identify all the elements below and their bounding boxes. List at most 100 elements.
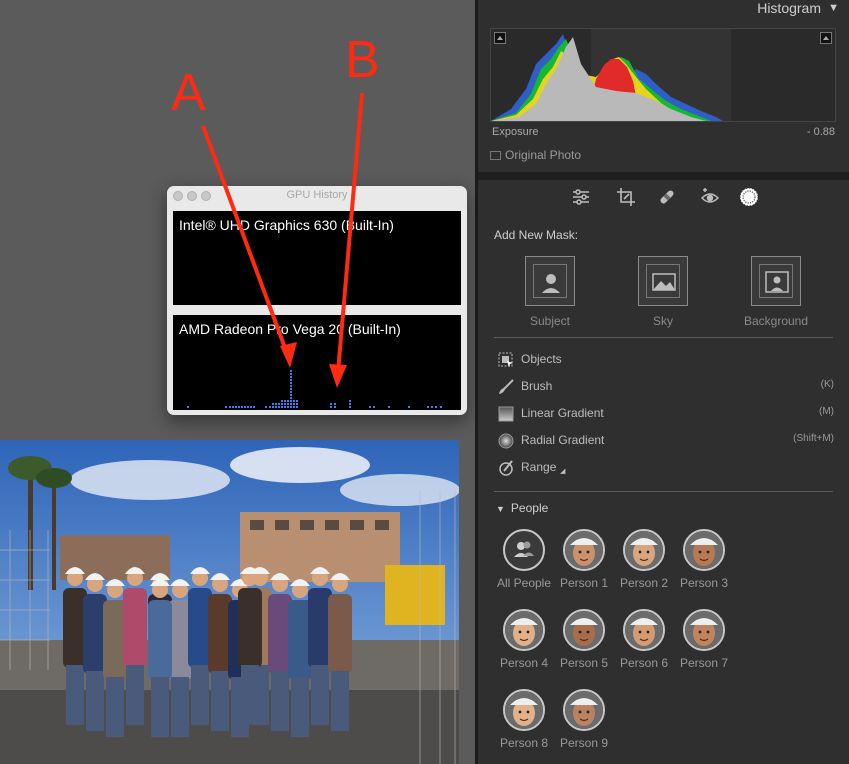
gpu-usage-cell [290, 400, 292, 402]
radial-gradient-icon [498, 433, 514, 449]
gpu-usage-cell [296, 406, 298, 408]
gpu-usage-cell [250, 406, 252, 408]
gpu-usage-cell [290, 406, 292, 408]
gpu-window-title: GPU History [286, 189, 348, 201]
gpu-usage-cell [334, 406, 336, 408]
gpu-usage-cell [238, 406, 240, 408]
sky-icon [646, 264, 680, 298]
gpu-usage-cell [293, 403, 295, 405]
face-thumbnail [683, 529, 725, 571]
gpu-label-intel: Intel® UHD Graphics 630 (Built-In) [179, 217, 394, 233]
masking-icon[interactable] [738, 186, 760, 208]
histogram-chart [491, 29, 731, 121]
gpu-usage-cell [278, 406, 280, 408]
gpu-usage-cell [293, 406, 295, 408]
linear-gradient-tool[interactable]: Linear Gradient (M) [498, 404, 834, 424]
brush-shortcut: (K) [820, 379, 834, 390]
gpu-usage-cell [440, 406, 442, 408]
photo-preview[interactable] [0, 440, 459, 764]
person-item[interactable]: Person 9 [549, 689, 619, 753]
radial-gradient-tool[interactable]: Radial Gradient (Shift+M) [498, 431, 834, 451]
divider-line [494, 337, 833, 338]
range-label: Range [521, 460, 557, 474]
gpu-usage-cell [431, 406, 433, 408]
gpu-panel-amd: AMD Radeon Pro Vega 20 (Built-In) [173, 315, 461, 410]
histogram-graph[interactable] [490, 28, 836, 122]
person-item[interactable]: Person 3 [669, 529, 739, 593]
collapse-triangle-icon[interactable]: ▼ [828, 2, 839, 14]
gpu-usage-cell [265, 406, 267, 408]
add-new-mask-label: Add New Mask: [494, 228, 579, 242]
gpu-window-titlebar[interactable]: GPU History [167, 186, 467, 206]
gpu-history-window[interactable]: GPU History Intel® UHD Graphics 630 (Bui… [167, 186, 467, 415]
gpu-usage-cell [284, 403, 286, 405]
gpu-usage-cell [290, 379, 292, 381]
original-photo-label: Original Photo [505, 148, 582, 162]
objects-tool[interactable]: Objects [498, 350, 834, 370]
gpu-usage-cell [349, 406, 351, 408]
background-mask-label: Background [743, 314, 809, 328]
sky-mask-button[interactable] [638, 256, 688, 306]
gpu-usage-cell [232, 406, 234, 408]
edit-sliders-icon[interactable] [570, 186, 592, 208]
people-section-header[interactable]: ▼ People [496, 501, 548, 515]
gpu-usage-cell [272, 403, 274, 405]
subject-icon [533, 264, 567, 298]
gpu-usage-cell [235, 406, 237, 408]
brush-label: Brush [521, 379, 553, 393]
linear-gradient-label: Linear Gradient [521, 406, 604, 420]
gpu-usage-cell [247, 406, 249, 408]
face-thumbnail [503, 689, 545, 731]
gpu-panel-intel: Intel® UHD Graphics 630 (Built-In) [173, 211, 461, 305]
person-item[interactable]: Person 7 [669, 609, 739, 673]
background-icon [759, 264, 793, 298]
healing-bandage-icon[interactable] [656, 186, 678, 208]
shadow-clipping-button[interactable] [494, 32, 506, 44]
gpu-usage-cell [278, 403, 280, 405]
gpu-usage-cell [284, 400, 286, 402]
person-label: Person 9 [559, 736, 609, 750]
gpu-usage-cell [435, 406, 437, 408]
range-tool[interactable]: Range ◢ [498, 458, 834, 478]
gpu-usage-cell [269, 406, 271, 408]
range-dropdown-icon[interactable]: ◢ [560, 467, 565, 475]
gpu-usage-cell [272, 406, 274, 408]
gpu-usage-cell [290, 394, 292, 396]
gpu-usage-cell [388, 406, 390, 408]
gpu-usage-cell [290, 388, 292, 390]
exposure-label: Exposure [492, 126, 539, 138]
gpu-usage-cell [290, 376, 292, 378]
face-thumbnail [503, 609, 545, 651]
face-thumbnail [563, 529, 605, 571]
original-photo-toggle[interactable]: Original Photo [490, 148, 581, 162]
develop-right-panel: Histogram ▼ Exposure - 0.88 Original Pho… [478, 0, 849, 764]
objects-icon [498, 352, 514, 368]
gpu-usage-cell [349, 400, 351, 402]
radial-gradient-label: Radial Gradient [521, 433, 605, 447]
crop-icon[interactable] [615, 186, 637, 208]
gpu-usage-cell [408, 406, 410, 408]
highlight-clipping-button[interactable] [820, 32, 832, 44]
gpu-usage-cell [290, 382, 292, 384]
photo-canvas[interactable]: GPU History Intel® UHD Graphics 630 (Bui… [0, 0, 475, 764]
gpu-usage-cell [290, 385, 292, 387]
background-mask-button[interactable] [751, 256, 801, 306]
histogram-header[interactable]: Histogram ▼ [478, 0, 849, 20]
gpu-usage-cell [296, 400, 298, 402]
gpu-usage-cell [293, 400, 295, 402]
face-thumbnail [563, 689, 605, 731]
gpu-usage-cell [290, 397, 292, 399]
gpu-usage-cell [275, 406, 277, 408]
divider-line [494, 491, 833, 492]
people-group-icon [503, 529, 545, 571]
gpu-usage-cell [281, 406, 283, 408]
red-eye-icon[interactable] [699, 186, 721, 208]
face-thumbnail [563, 609, 605, 651]
brush-tool[interactable]: Brush (K) [498, 377, 834, 397]
disclosure-triangle-icon[interactable]: ▼ [496, 504, 505, 514]
gpu-usage-cell [275, 403, 277, 405]
subject-mask-button[interactable] [525, 256, 575, 306]
original-photo-checkbox[interactable] [490, 150, 501, 160]
gpu-usage-bars [187, 370, 442, 408]
gpu-usage-cell [287, 400, 289, 402]
